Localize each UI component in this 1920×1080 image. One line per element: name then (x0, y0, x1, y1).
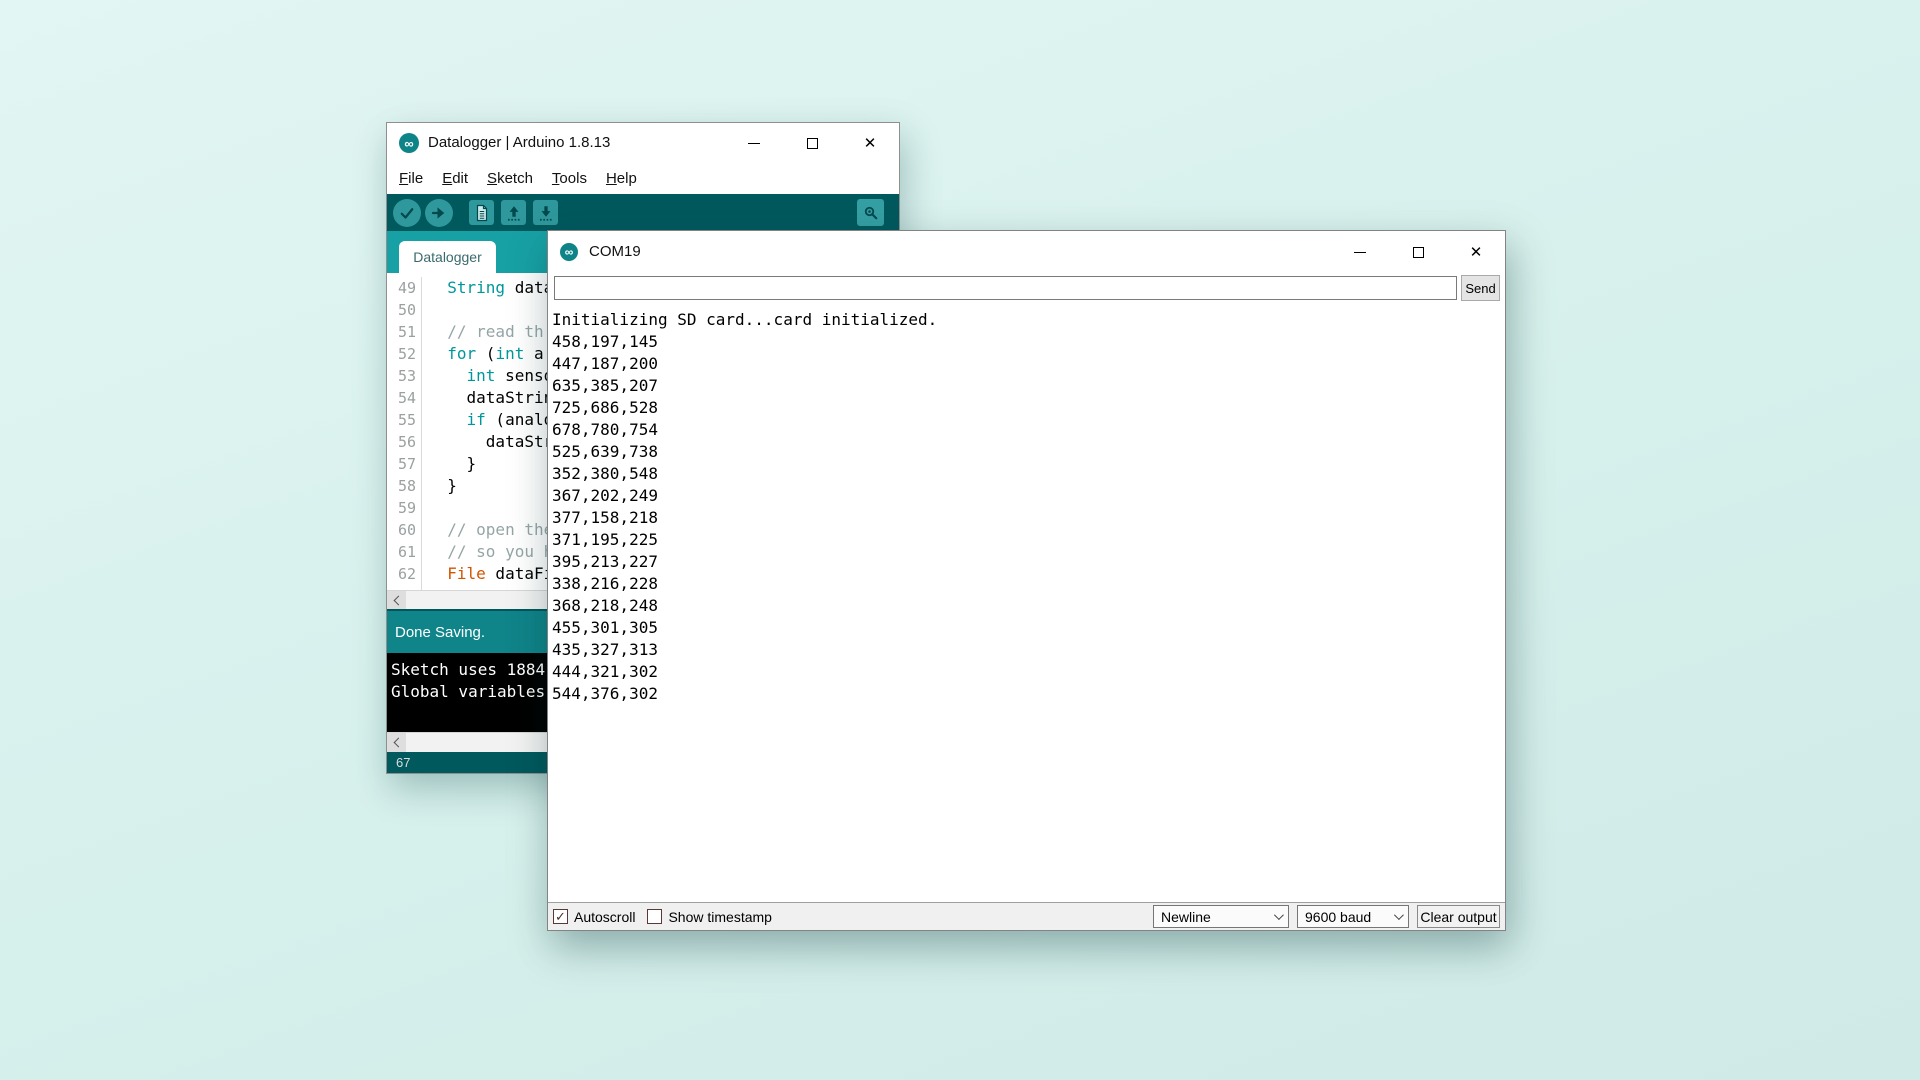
menu-tools[interactable]: Tools (552, 170, 587, 187)
tab-datalogger[interactable]: Datalogger (399, 241, 496, 273)
close-icon: ✕ (1470, 245, 1483, 260)
baud-rate-dropdown[interactable]: 9600 baud (1297, 905, 1409, 928)
serial-titlebar[interactable]: ∞ COM19 ✕ (548, 231, 1505, 273)
autoscroll-label: Autoscroll (574, 909, 635, 925)
cursor-line-indicator: 67 (396, 755, 410, 770)
line-number: 54 (387, 387, 422, 409)
serial-output-line: 435,327,313 (552, 639, 1505, 661)
serial-output-line: 678,780,754 (552, 419, 1505, 441)
line-number: 61 (387, 541, 422, 563)
new-sketch-icon (473, 204, 491, 222)
line-number: 51 (387, 321, 422, 343)
serial-output-line: 377,158,218 (552, 507, 1505, 529)
minimize-icon (748, 143, 760, 144)
show-timestamp-checkbox[interactable] (647, 909, 662, 924)
line-ending-dropdown[interactable]: Newline (1153, 905, 1289, 928)
upload-button[interactable] (425, 199, 453, 227)
upload-icon (430, 204, 448, 222)
ide-close-button[interactable]: ✕ (841, 123, 899, 163)
line-number: 49 (387, 277, 422, 299)
serial-output-line: 395,213,227 (552, 551, 1505, 573)
status-message: Done Saving. (395, 624, 485, 641)
serial-output-line: 338,216,228 (552, 573, 1505, 595)
line-number: 56 (387, 431, 422, 453)
arduino-app-icon: ∞ (560, 243, 578, 261)
open-button[interactable] (501, 200, 526, 225)
serial-output-line: 371,195,225 (552, 529, 1505, 551)
serial-output-line: 352,380,548 (552, 463, 1505, 485)
line-number: 63 (387, 585, 422, 590)
minimize-icon (1354, 252, 1366, 253)
line-number: 59 (387, 497, 422, 519)
verify-button[interactable] (393, 199, 421, 227)
verify-icon (398, 204, 416, 222)
desktop-background: ∞ Datalogger | Arduino 1.8.13 ✕ File Edit… (0, 0, 1920, 1080)
serial-input-row: Send (548, 273, 1505, 305)
menu-file[interactable]: File (399, 170, 423, 187)
serial-output-line: 544,376,302 (552, 683, 1505, 705)
serial-monitor-window: ∞ COM19 ✕ Send Initializing SD card...ca… (547, 230, 1506, 931)
line-number: 57 (387, 453, 422, 475)
ide-maximize-button[interactable] (783, 123, 841, 163)
check-icon: ✓ (555, 910, 566, 923)
ide-menubar: File Edit Sketch Tools Help (387, 163, 899, 194)
line-number: 55 (387, 409, 422, 431)
save-icon (537, 204, 555, 222)
line-number: 50 (387, 299, 422, 321)
serial-minimize-button[interactable] (1331, 231, 1389, 273)
serial-output-line: 367,202,249 (552, 485, 1505, 507)
maximize-icon (1413, 247, 1424, 258)
serial-output-line: 458,197,145 (552, 331, 1505, 353)
line-ending-value: Newline (1161, 909, 1274, 925)
maximize-icon (807, 138, 818, 149)
menu-sketch[interactable]: Sketch (487, 170, 533, 187)
serial-window-title: COM19 (589, 231, 641, 273)
chevron-left-icon (393, 595, 403, 605)
menu-edit[interactable]: Edit (442, 170, 468, 187)
serial-maximize-button[interactable] (1389, 231, 1447, 273)
scroll-left-button[interactable] (387, 591, 406, 609)
serial-output-line: 368,218,248 (552, 595, 1505, 617)
serial-output-line: 455,301,305 (552, 617, 1505, 639)
menu-help[interactable]: Help (606, 170, 637, 187)
ide-toolbar (387, 194, 899, 231)
line-number: 62 (387, 563, 422, 585)
arduino-app-icon: ∞ (399, 133, 419, 153)
clear-output-button[interactable]: Clear output (1417, 905, 1500, 928)
close-icon: ✕ (864, 136, 877, 151)
ide-minimize-button[interactable] (725, 123, 783, 163)
save-button[interactable] (533, 200, 558, 225)
serial-output-line: Initializing SD card...card initialized. (552, 309, 1505, 331)
send-button[interactable]: Send (1461, 275, 1500, 301)
chevron-left-icon (393, 738, 403, 748)
serial-send-input[interactable] (554, 276, 1457, 300)
line-number: 60 (387, 519, 422, 541)
serial-bottom-bar: ✓ Autoscroll Show timestamp Newline 9600… (548, 902, 1505, 930)
chevron-down-icon (1274, 910, 1284, 920)
baud-rate-value: 9600 baud (1305, 909, 1394, 925)
open-icon (505, 204, 523, 222)
serial-monitor-icon (862, 204, 880, 222)
autoscroll-checkbox[interactable]: ✓ (553, 909, 568, 924)
serial-output-line: 444,321,302 (552, 661, 1505, 683)
serial-output-line: 635,385,207 (552, 375, 1505, 397)
serial-close-button[interactable]: ✕ (1447, 231, 1505, 273)
serial-output-area[interactable]: Initializing SD card...card initialized.… (548, 305, 1505, 902)
ide-window-title: Datalogger | Arduino 1.8.13 (428, 123, 610, 163)
line-number: 52 (387, 343, 422, 365)
ide-titlebar[interactable]: ∞ Datalogger | Arduino 1.8.13 ✕ (387, 123, 899, 163)
serial-monitor-button[interactable] (857, 199, 884, 226)
new-sketch-button[interactable] (469, 200, 494, 225)
show-timestamp-label: Show timestamp (668, 909, 771, 925)
serial-output-line: 725,686,528 (552, 397, 1505, 419)
line-number: 58 (387, 475, 422, 497)
serial-output-line: 447,187,200 (552, 353, 1505, 375)
chevron-down-icon (1394, 910, 1404, 920)
scroll-left-button[interactable] (387, 733, 406, 752)
serial-output-line: 525,639,738 (552, 441, 1505, 463)
line-number: 53 (387, 365, 422, 387)
